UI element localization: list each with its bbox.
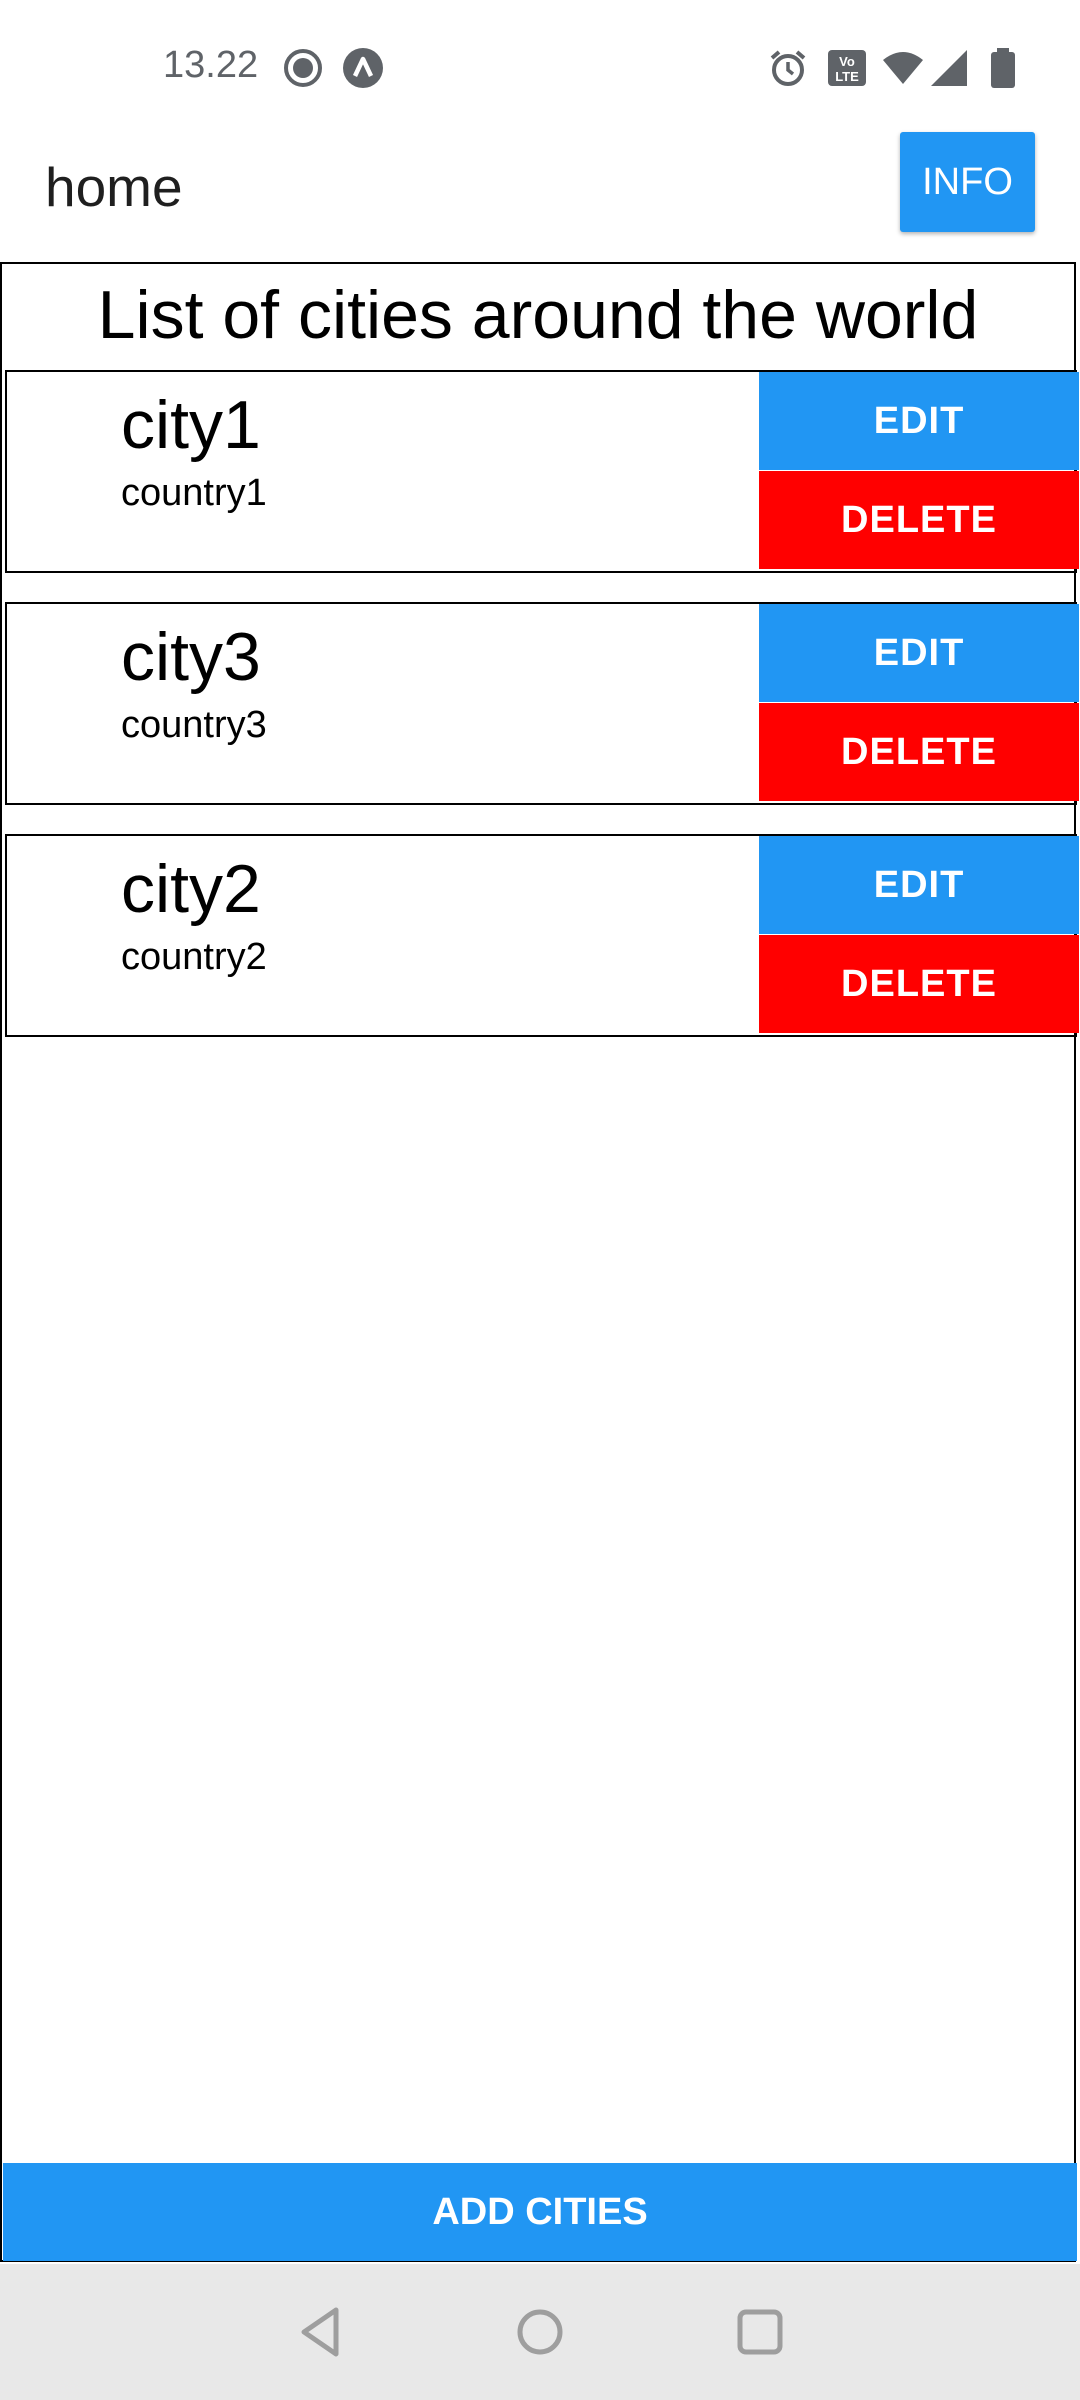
- city-name: city3: [121, 619, 261, 695]
- record-icon: [284, 49, 322, 87]
- app-a-icon: [343, 48, 383, 88]
- add-cities-button[interactable]: ADD CITIES: [3, 2163, 1077, 2261]
- delete-button[interactable]: DELETE: [759, 471, 1079, 569]
- city-list-item: city1 country1 EDIT DELETE: [5, 370, 1079, 573]
- delete-button[interactable]: DELETE: [759, 703, 1079, 801]
- status-bar: 13.22 Vo LTE: [0, 0, 1080, 130]
- status-time: 13.22: [163, 44, 259, 86]
- battery-icon: [991, 48, 1015, 88]
- svg-text:LTE: LTE: [835, 69, 859, 84]
- delete-button[interactable]: DELETE: [759, 935, 1079, 1033]
- edit-button[interactable]: EDIT: [759, 604, 1079, 702]
- recents-icon[interactable]: [730, 2302, 790, 2362]
- country-name: country3: [121, 704, 267, 746]
- navigation-bar: [0, 2264, 1080, 2400]
- svg-text:Vo: Vo: [839, 54, 855, 69]
- edit-button[interactable]: EDIT: [759, 372, 1079, 470]
- home-icon[interactable]: [510, 2302, 570, 2362]
- app-header: home INFO: [0, 130, 1080, 260]
- city-name: city2: [121, 851, 261, 927]
- country-name: country1: [121, 472, 267, 514]
- country-name: country2: [121, 936, 267, 978]
- info-button[interactable]: INFO: [900, 132, 1035, 232]
- page-title: home: [45, 156, 183, 218]
- edit-button[interactable]: EDIT: [759, 836, 1079, 934]
- list-heading: List of cities around the world: [97, 277, 979, 353]
- city-list-item: city2 country2 EDIT DELETE: [5, 834, 1079, 1037]
- alarm-icon: [770, 50, 806, 86]
- wifi-icon: [883, 52, 923, 84]
- city-name: city1: [121, 387, 261, 463]
- back-icon[interactable]: [292, 2302, 352, 2362]
- signal-icon: [931, 50, 967, 86]
- city-list-item: city3 country3 EDIT DELETE: [5, 602, 1079, 805]
- volte-icon: Vo LTE: [828, 50, 866, 86]
- main-content: List of cities around the world city1 co…: [0, 262, 1079, 2262]
